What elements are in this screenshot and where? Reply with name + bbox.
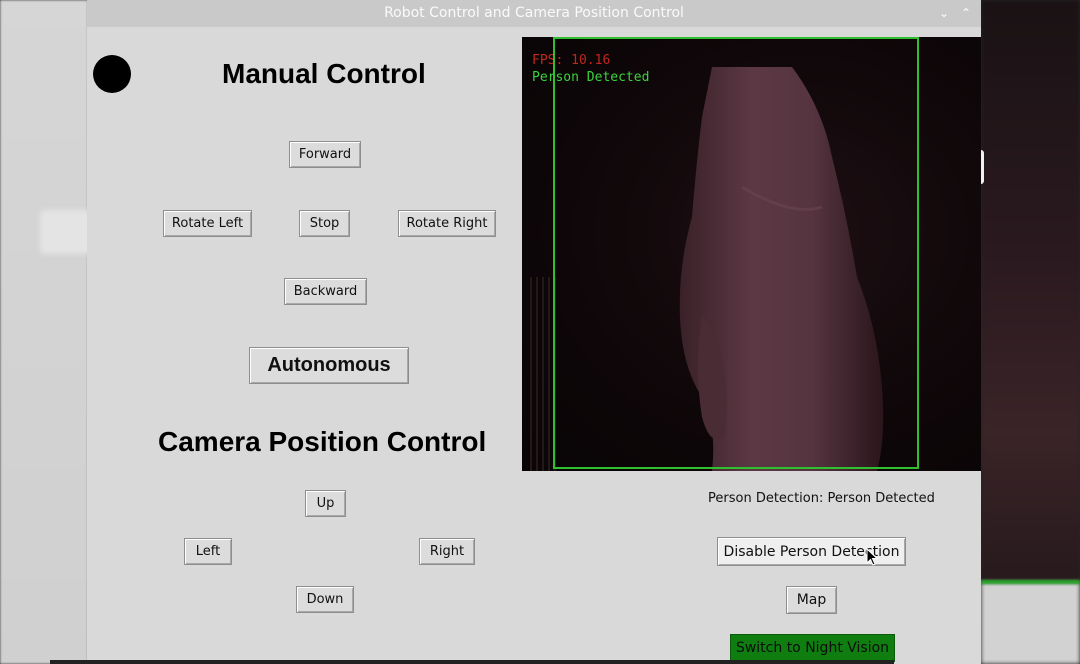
switch-to-night-vision-button[interactable]: Switch to Night Vision — [730, 634, 895, 662]
camera-left-button[interactable]: Left — [184, 538, 232, 565]
camera-feed: FPS: 10.16 Person Detected — [522, 37, 981, 471]
camera-up-button[interactable]: Up — [305, 490, 346, 517]
status-indicator-circle — [93, 55, 131, 93]
maximize-icon[interactable]: ⌃ — [957, 0, 975, 27]
app-window: Robot Control and Camera Position Contro… — [87, 0, 981, 664]
forward-button[interactable]: Forward — [289, 141, 361, 168]
rotate-left-button[interactable]: Rotate Left — [163, 210, 252, 237]
mouse-cursor-icon — [866, 548, 878, 566]
background-right-accent — [981, 580, 1080, 584]
background-right — [981, 0, 1080, 664]
title-bar: Robot Control and Camera Position Contro… — [87, 0, 981, 27]
bottom-edge — [50, 660, 894, 664]
stop-button[interactable]: Stop — [299, 210, 350, 237]
camera-position-control-heading: Camera Position Control — [158, 426, 487, 457]
camera-right-button[interactable]: Right — [419, 538, 475, 565]
rotate-right-button[interactable]: Rotate Right — [398, 210, 496, 237]
person-bounding-box — [553, 37, 919, 469]
map-button[interactable]: Map — [786, 586, 837, 614]
minimize-icon[interactable]: ⌄ — [935, 0, 953, 27]
backward-button[interactable]: Backward — [284, 278, 367, 305]
manual-control-heading: Manual Control — [222, 58, 426, 89]
background-right-panel — [981, 582, 1080, 664]
window-title: Robot Control and Camera Position Contro… — [384, 5, 684, 21]
autonomous-button[interactable]: Autonomous — [249, 347, 409, 384]
camera-down-button[interactable]: Down — [296, 586, 354, 613]
person-detection-status: Person Detection: Person Detected — [708, 491, 935, 506]
